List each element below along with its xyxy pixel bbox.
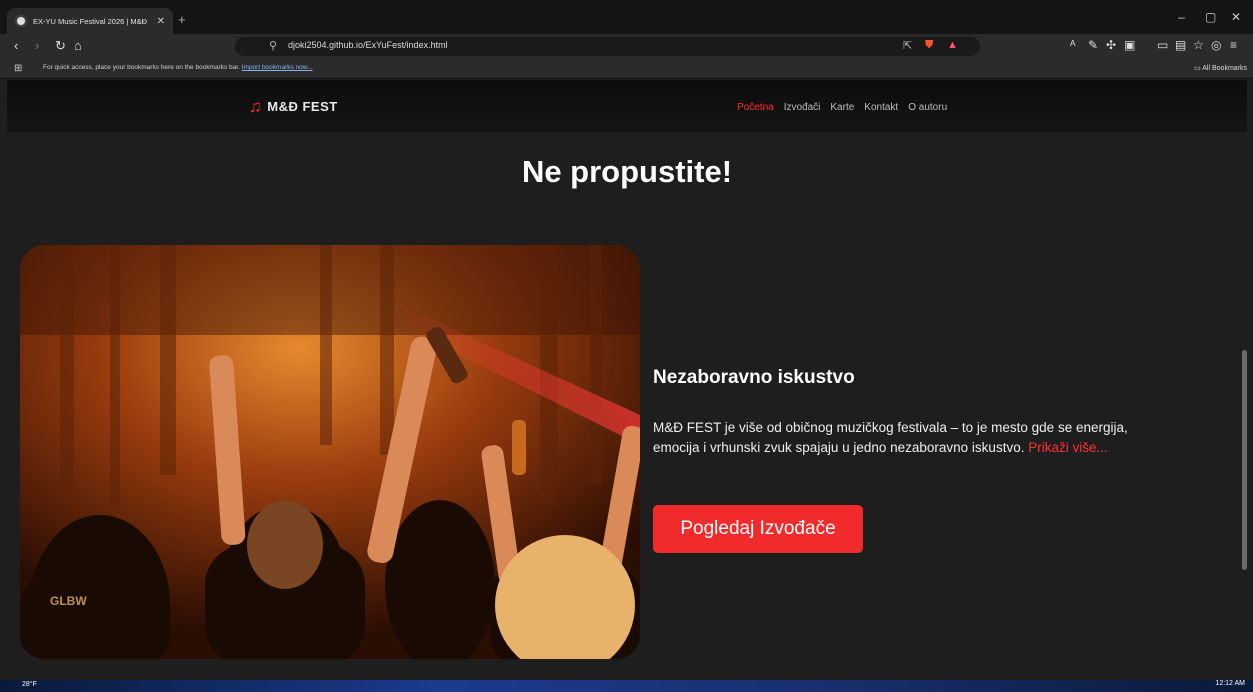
read-aloud-icon[interactable]: ᴬ: [1070, 38, 1075, 52]
apps-icon[interactable]: ⊞: [14, 63, 22, 74]
site-navbar: ♫ M&Đ FEST Početna Izvođači Karte Kontak…: [7, 80, 1247, 132]
minimize-icon[interactable]: –: [1178, 10, 1185, 24]
weather-widget[interactable]: 28°F: [22, 681, 37, 688]
restore-icon[interactable]: ▢: [1205, 10, 1216, 24]
address-bar[interactable]: ⚲ djoki2504.github.io/ExYuFest/index.htm…: [235, 37, 980, 56]
tab-title: EX-YU Music Festival 2026 | M&Đ: [33, 16, 148, 26]
taskbar-clock[interactable]: 12:12 AM: [1215, 680, 1245, 687]
section-headline: Ne propustite!: [521, 154, 733, 189]
card-description: M&Đ FEST je više od običnog muzičkog fes…: [653, 418, 1133, 458]
pen-icon[interactable]: ✎: [1088, 38, 1098, 52]
shield-icon[interactable]: ⛊: [925, 39, 933, 52]
nav-link-o-autoru[interactable]: O autoru: [908, 102, 947, 113]
nav-link-izvodjaci[interactable]: Izvođači: [784, 102, 821, 113]
favicon-icon: [15, 15, 27, 27]
close-window-icon[interactable]: ✕: [1231, 10, 1241, 24]
card-title: Nezaboravno iskustvo: [653, 367, 855, 388]
page-viewport: ♫ M&Đ FEST Početna Izvođači Karte Kontak…: [7, 80, 1247, 680]
bookmarks-bar: ⊞ For quick access, place your bookmarks…: [0, 59, 1253, 79]
favorites-icon[interactable]: ☆: [1193, 38, 1204, 52]
all-bookmarks-label: All Bookmarks: [1202, 65, 1247, 72]
page-scrollbar[interactable]: [1242, 350, 1247, 570]
screenshot-icon[interactable]: ▣: [1124, 38, 1135, 52]
forward-icon[interactable]: ›: [35, 38, 39, 53]
folder-icon: ▭: [1194, 65, 1201, 72]
browser-toolbar: ‹ › ↻ ⌂ ▯ ⚲ djoki2504.github.io/ExYuFest…: [0, 34, 1253, 59]
extensions-icon[interactable]: ✣: [1106, 38, 1116, 52]
os-taskbar: 28°F 12:12 AM: [0, 680, 1253, 692]
vpn-icon[interactable]: ◎: [1211, 38, 1221, 52]
svg-text:GLBW: GLBW: [50, 594, 87, 608]
logo-text: M&Đ FEST: [267, 99, 338, 114]
concert-photo: GLBW: [20, 245, 640, 659]
rewards-icon[interactable]: ▲: [947, 39, 958, 51]
reload-icon[interactable]: ↻: [55, 38, 66, 54]
new-tab-button[interactable]: +: [178, 12, 186, 27]
site-info-icon[interactable]: ⚲: [269, 39, 277, 52]
bookmarks-hint: For quick access, place your bookmarks h…: [43, 64, 240, 71]
tab-strip: EX-YU Music Festival 2026 | M&Đ ✕ + – ▢ …: [0, 0, 1253, 34]
nav-link-karte[interactable]: Karte: [830, 102, 854, 113]
browser-tab[interactable]: EX-YU Music Festival 2026 | M&Đ ✕: [7, 8, 173, 34]
nav-link-pocetna[interactable]: Početna: [737, 102, 774, 113]
view-performers-button[interactable]: Pogledaj Izvođače: [653, 505, 863, 553]
nav-link-kontakt[interactable]: Kontakt: [864, 102, 898, 113]
site-logo[interactable]: ♫ M&Đ FEST: [249, 98, 338, 115]
all-bookmarks-button[interactable]: ▭ All Bookmarks: [1194, 64, 1247, 72]
music-note-icon: ♫: [249, 97, 263, 116]
bookmarks-message: For quick access, place your bookmarks h…: [43, 64, 313, 71]
share-icon[interactable]: ⇱: [903, 39, 912, 52]
menu-icon[interactable]: ≡: [1230, 38, 1237, 52]
back-icon[interactable]: ‹: [14, 38, 18, 53]
url-text: djoki2504.github.io/ExYuFest/index.html: [288, 40, 448, 50]
close-tab-icon[interactable]: ✕: [157, 16, 165, 27]
import-bookmarks-link[interactable]: Import bookmarks now...: [242, 64, 313, 71]
show-more-link[interactable]: Prikaži više...: [1028, 440, 1108, 455]
wallet-icon[interactable]: ▤: [1175, 38, 1186, 52]
nav-menu: Početna Izvođači Karte Kontakt O autoru: [737, 102, 947, 113]
browser-window: EX-YU Music Festival 2026 | M&Đ ✕ + – ▢ …: [0, 0, 1253, 692]
sidebar-icon[interactable]: ▭: [1157, 38, 1168, 52]
home-icon[interactable]: ⌂: [74, 38, 82, 53]
